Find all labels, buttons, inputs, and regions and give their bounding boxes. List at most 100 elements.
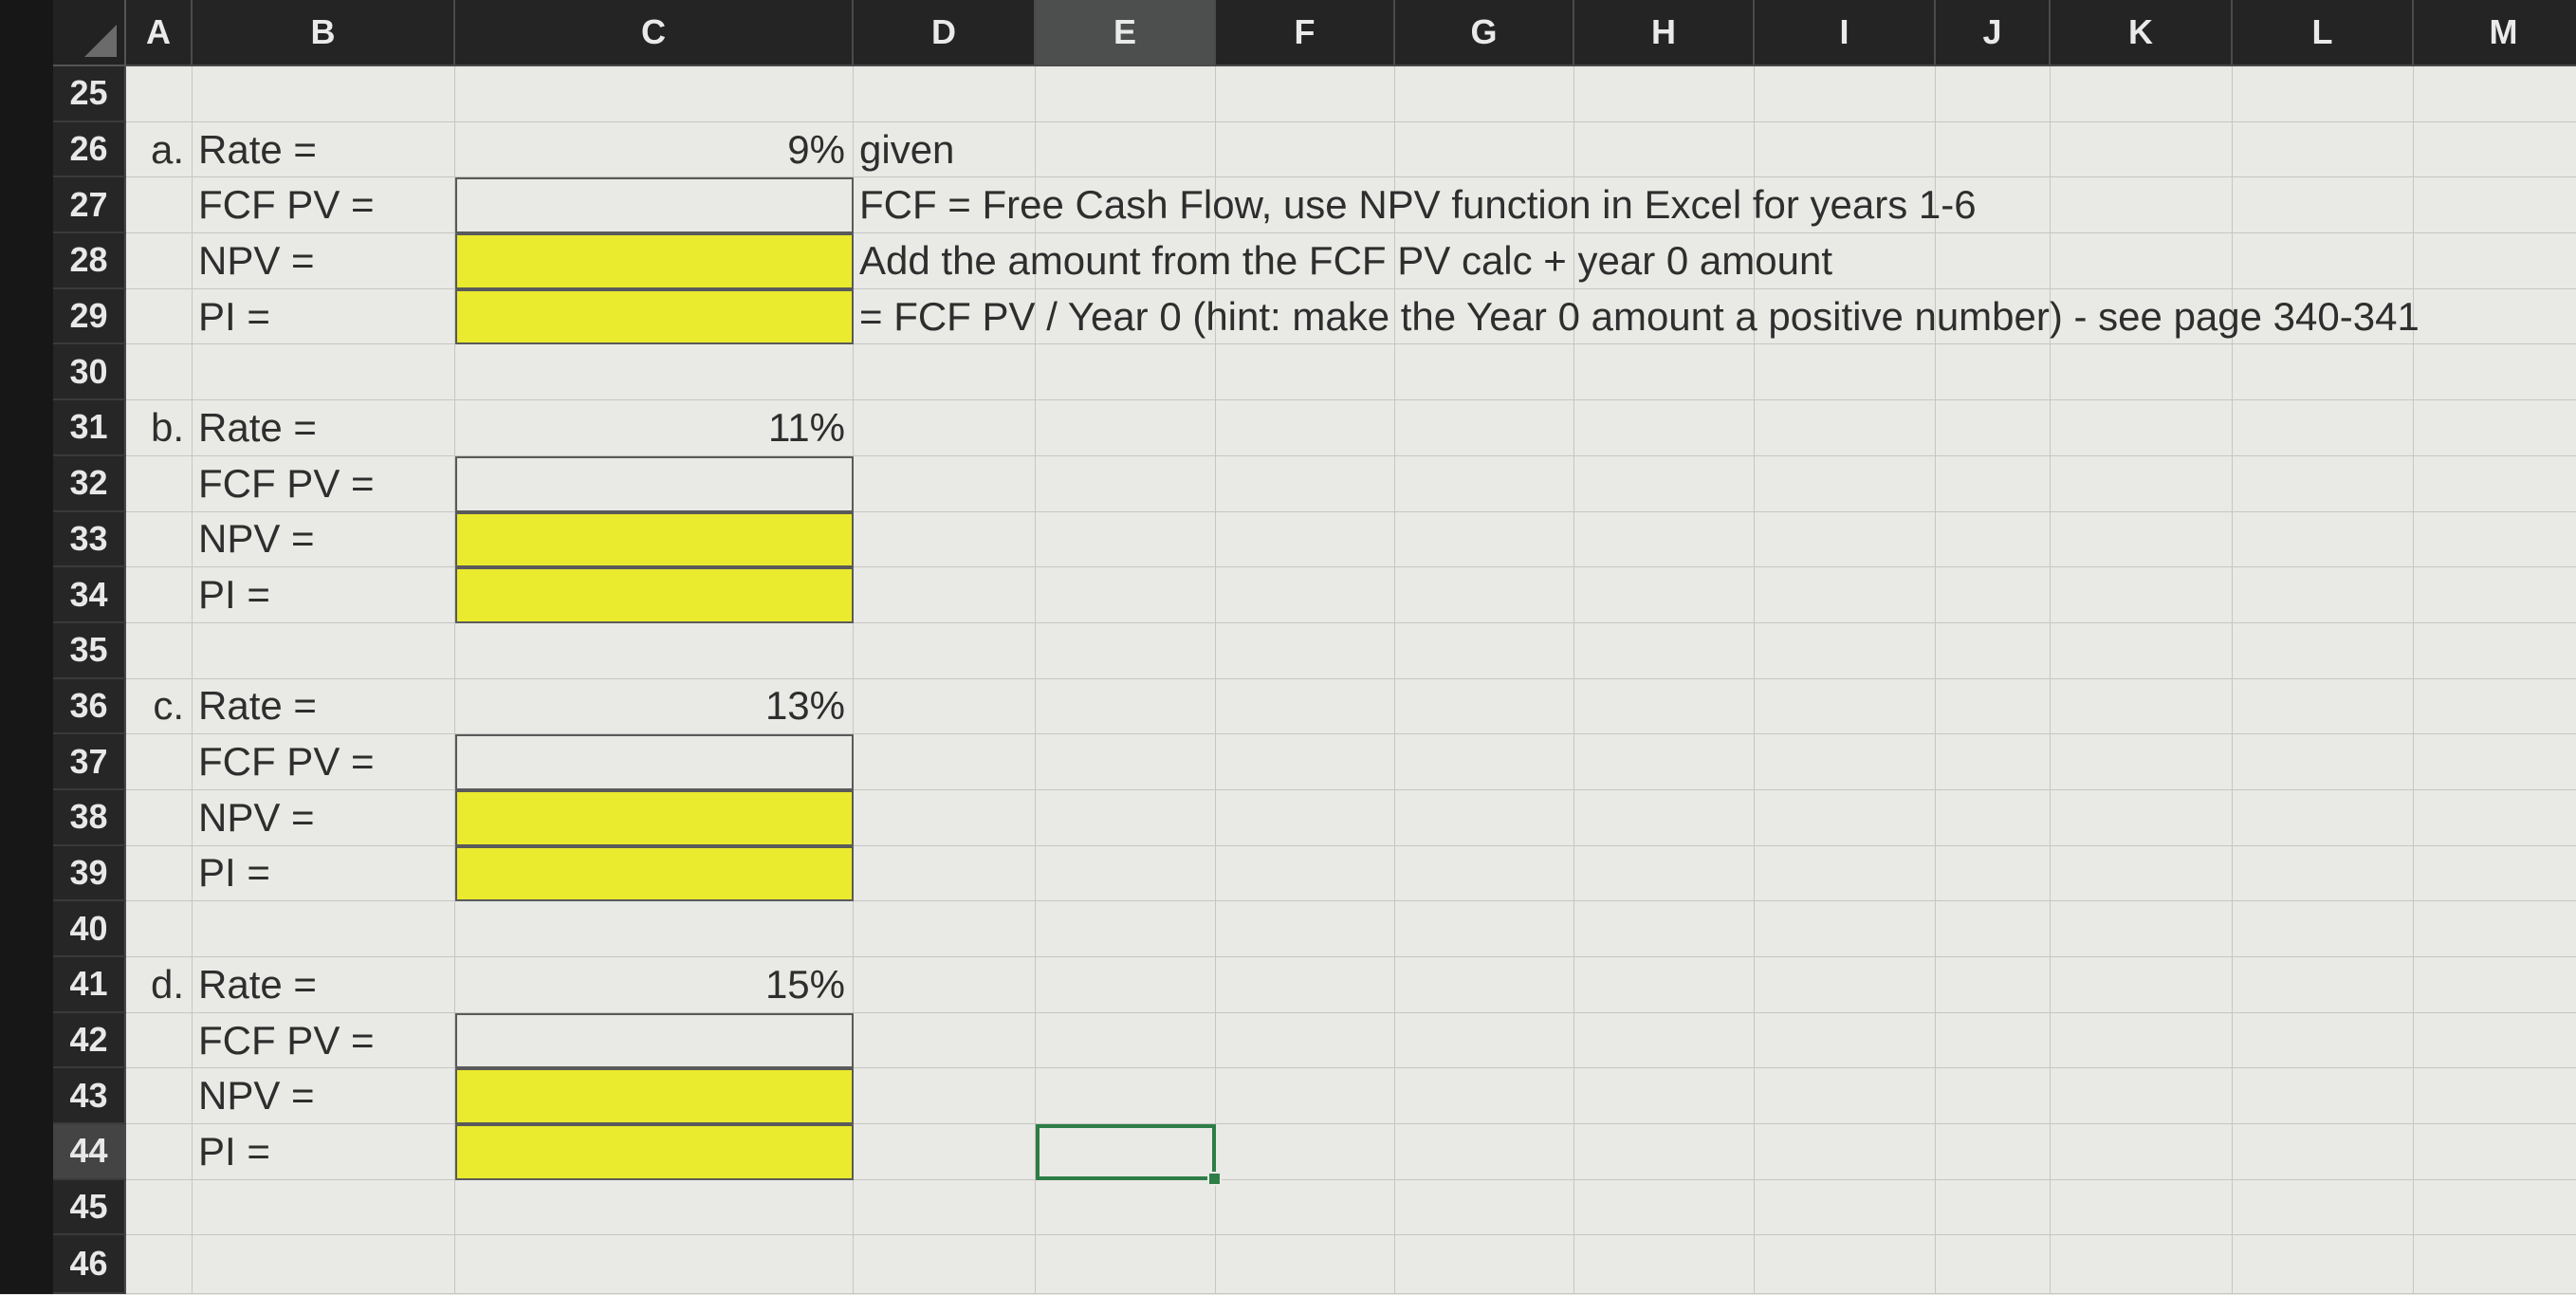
cell-l36[interactable] <box>2233 678 2414 735</box>
cell-c35[interactable] <box>455 622 854 679</box>
cell-j41[interactable] <box>1936 957 2051 1013</box>
cell-a40[interactable] <box>126 901 193 957</box>
cell-d43[interactable] <box>854 1068 1036 1125</box>
cell-l39[interactable] <box>2233 845 2414 902</box>
cell-i40[interactable] <box>1755 901 1936 957</box>
cell-g26[interactable] <box>1395 121 1574 178</box>
cell-m46[interactable] <box>2414 1235 2576 1295</box>
cell-a25[interactable] <box>126 66 193 122</box>
cell-e30[interactable] <box>1036 344 1216 401</box>
row-header-40[interactable]: 40 <box>53 901 126 957</box>
cell-b36[interactable]: Rate = <box>193 678 455 735</box>
cell-j43[interactable] <box>1936 1068 2051 1125</box>
row-header-44[interactable]: 44 <box>53 1124 126 1180</box>
row-header-27[interactable]: 27 <box>53 177 126 234</box>
cell-a36[interactable]: c. <box>126 678 193 735</box>
cell-e36[interactable] <box>1036 678 1216 735</box>
cell-g25[interactable] <box>1395 66 1574 122</box>
cell-l38[interactable] <box>2233 789 2414 846</box>
row-header-41[interactable]: 41 <box>53 957 126 1013</box>
cell-d40[interactable] <box>854 901 1036 957</box>
cell-j35[interactable] <box>1936 622 2051 679</box>
column-header-c[interactable]: C <box>455 0 854 66</box>
cell-f44[interactable] <box>1216 1124 1395 1180</box>
cell-l34[interactable] <box>2233 567 2414 623</box>
cell-g45[interactable] <box>1395 1179 1574 1236</box>
cell-b33[interactable]: NPV = <box>193 511 455 568</box>
cell-e38[interactable] <box>1036 789 1216 846</box>
cell-f46[interactable] <box>1216 1235 1395 1295</box>
row-header-25[interactable]: 25 <box>53 66 126 122</box>
cell-g34[interactable] <box>1395 567 1574 623</box>
cell-m29[interactable] <box>2414 289 2576 345</box>
cell-a26[interactable]: a. <box>126 121 193 178</box>
cell-m39[interactable] <box>2414 846 2576 902</box>
cell-f40[interactable] <box>1216 901 1395 957</box>
cell-b27[interactable]: FCF PV = <box>193 177 455 234</box>
cell-b39[interactable]: PI = <box>193 845 455 902</box>
cell-k27[interactable] <box>2051 177 2233 234</box>
cell-f42[interactable] <box>1216 1012 1395 1069</box>
row-header-35[interactable]: 35 <box>53 622 126 679</box>
cell-g35[interactable] <box>1395 622 1574 679</box>
cell-c31[interactable]: 11% <box>455 400 854 456</box>
cell-g46[interactable] <box>1395 1235 1574 1295</box>
cell-i44[interactable] <box>1755 1124 1936 1180</box>
cell-d38[interactable] <box>854 789 1036 846</box>
row-header-45[interactable]: 45 <box>53 1179 126 1236</box>
cell-a35[interactable] <box>126 622 193 679</box>
cell-k25[interactable] <box>2051 66 2233 122</box>
cell-b34[interactable]: PI = <box>193 567 455 623</box>
column-header-d[interactable]: D <box>854 0 1036 66</box>
cell-j32[interactable] <box>1936 455 2051 512</box>
cell-i33[interactable] <box>1755 511 1936 568</box>
cell-i35[interactable] <box>1755 622 1936 679</box>
column-header-i[interactable]: I <box>1755 0 1936 66</box>
cell-k44[interactable] <box>2051 1124 2233 1180</box>
cell-m34[interactable] <box>2414 567 2576 623</box>
column-header-k[interactable]: K <box>2051 0 2233 66</box>
cell-i45[interactable] <box>1755 1179 1936 1236</box>
row-header-33[interactable]: 33 <box>53 511 126 568</box>
cell-i39[interactable] <box>1755 845 1936 902</box>
cell-c28[interactable] <box>455 233 854 289</box>
cell-i46[interactable] <box>1755 1235 1936 1295</box>
column-header-l[interactable]: L <box>2233 0 2414 66</box>
cell-k40[interactable] <box>2051 901 2233 957</box>
cell-i25[interactable] <box>1755 66 1936 122</box>
column-header-f[interactable]: F <box>1216 0 1395 66</box>
cell-f43[interactable] <box>1216 1068 1395 1125</box>
cell-b38[interactable]: NPV = <box>193 789 455 846</box>
cell-d35[interactable] <box>854 622 1036 679</box>
cell-f35[interactable] <box>1216 622 1395 679</box>
cell-j38[interactable] <box>1936 789 2051 846</box>
cell-j33[interactable] <box>1936 511 2051 568</box>
cell-m37[interactable] <box>2414 734 2576 790</box>
cell-l44[interactable] <box>2233 1124 2414 1180</box>
cell-c25[interactable] <box>455 66 854 122</box>
cell-f30[interactable] <box>1216 344 1395 401</box>
cell-m36[interactable] <box>2414 679 2576 735</box>
cell-l25[interactable] <box>2233 66 2414 122</box>
cell-c41[interactable]: 15% <box>455 957 854 1013</box>
cell-f37[interactable] <box>1216 734 1395 790</box>
cell-a38[interactable] <box>126 789 193 846</box>
cell-d27[interactable]: FCF = Free Cash Flow, use NPV function i… <box>854 177 1977 234</box>
cell-c45[interactable] <box>455 1179 854 1236</box>
cell-c34[interactable] <box>455 567 854 623</box>
cell-a42[interactable] <box>126 1012 193 1069</box>
cell-e39[interactable] <box>1036 845 1216 902</box>
cell-j26[interactable] <box>1936 121 2051 178</box>
cell-m30[interactable] <box>2414 344 2576 401</box>
cell-d28[interactable]: Add the amount from the FCF PV calc + ye… <box>854 233 1832 289</box>
cell-j45[interactable] <box>1936 1179 2051 1236</box>
cell-j42[interactable] <box>1936 1012 2051 1069</box>
cell-g36[interactable] <box>1395 678 1574 735</box>
cell-b32[interactable]: FCF PV = <box>193 455 455 512</box>
cell-e46[interactable] <box>1036 1235 1216 1295</box>
cell-k32[interactable] <box>2051 455 2233 512</box>
cell-h31[interactable] <box>1574 400 1755 456</box>
cell-a44[interactable] <box>126 1124 193 1180</box>
cell-b26[interactable]: Rate = <box>193 121 455 178</box>
cell-d33[interactable] <box>854 511 1036 568</box>
